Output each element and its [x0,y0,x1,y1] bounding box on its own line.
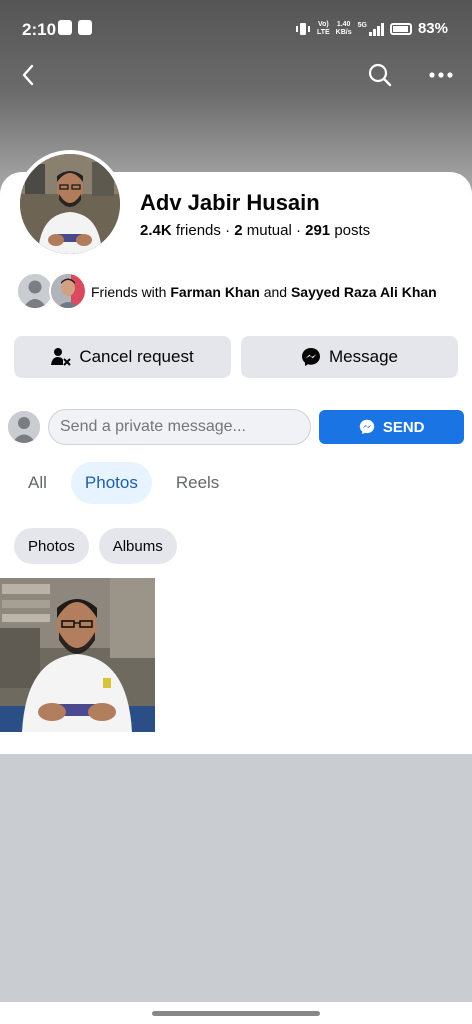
tab-all[interactable]: All [14,462,61,504]
network-speed: 1.40 KB/s [335,20,352,36]
search-button[interactable] [366,60,394,90]
private-message-row: SEND [8,408,464,446]
my-avatar [8,411,40,443]
chip-photos[interactable]: Photos [14,528,89,564]
more-options-button[interactable] [426,60,456,90]
profile-avatar[interactable] [16,150,124,258]
friend-photo [51,274,85,308]
profile-name: Adv Jabir Husain [140,190,320,215]
default-user-icon [18,274,52,308]
photo-image [0,578,155,732]
chip-albums[interactable]: Albums [98,528,177,564]
tab-photos[interactable]: Photos [70,462,152,504]
profile-stats: 2.4K friends · 2 mutual · 291 posts [140,222,371,239]
messenger-icon [359,419,375,435]
photo-thumbnail[interactable] [0,578,155,732]
status-right: Vo) LTE 1.40 KB/s 5G 83% [295,20,448,37]
signal-bars-icon [368,22,384,36]
back-button[interactable] [16,60,44,90]
vibrate-icon [295,22,310,35]
default-user-icon [8,411,40,443]
mutual-friends-row[interactable]: Friends with Farman Khan and Sayyed Raza… [16,272,437,312]
home-gesture-bar[interactable] [152,1011,320,1016]
notification-icons [58,20,92,35]
status-time: 2:10 [22,20,57,39]
top-navigation [0,58,472,94]
profile-photo [20,154,120,254]
volte-indicator: Vo) LTE [316,20,330,36]
app-notification-icon [78,20,92,35]
profile-actions: Cancel request Message [14,336,458,378]
message-button[interactable]: Message [241,336,458,378]
snapchat-icon [58,20,72,35]
battery-icon [389,22,412,35]
cancel-friend-request-icon [51,348,72,366]
private-message-input[interactable] [48,409,312,445]
status-bar: 2:10 Vo) LTE 1.40 KB/s 5G 83% [0,0,472,58]
mutual-friend-avatar-2 [49,272,87,310]
photo-filter-chips: Photos Albums [14,528,177,564]
cancel-request-button[interactable]: Cancel request [14,336,231,378]
battery-percent: 83% [417,20,448,37]
send-button[interactable]: SEND [319,410,464,444]
messenger-icon [302,348,320,366]
tab-reels[interactable]: Reels [162,462,233,504]
search-icon [368,63,392,87]
mutual-friends-avatars [16,272,88,312]
system-navigation-bar [0,1002,472,1024]
mutual-friends-text: Friends with Farman Khan and Sayyed Raza… [91,284,437,300]
signal-strength: 5G [358,22,384,36]
content-tabs: All Photos Reels [14,462,233,504]
back-arrow-icon [22,64,34,86]
more-horizontal-icon [429,72,453,78]
